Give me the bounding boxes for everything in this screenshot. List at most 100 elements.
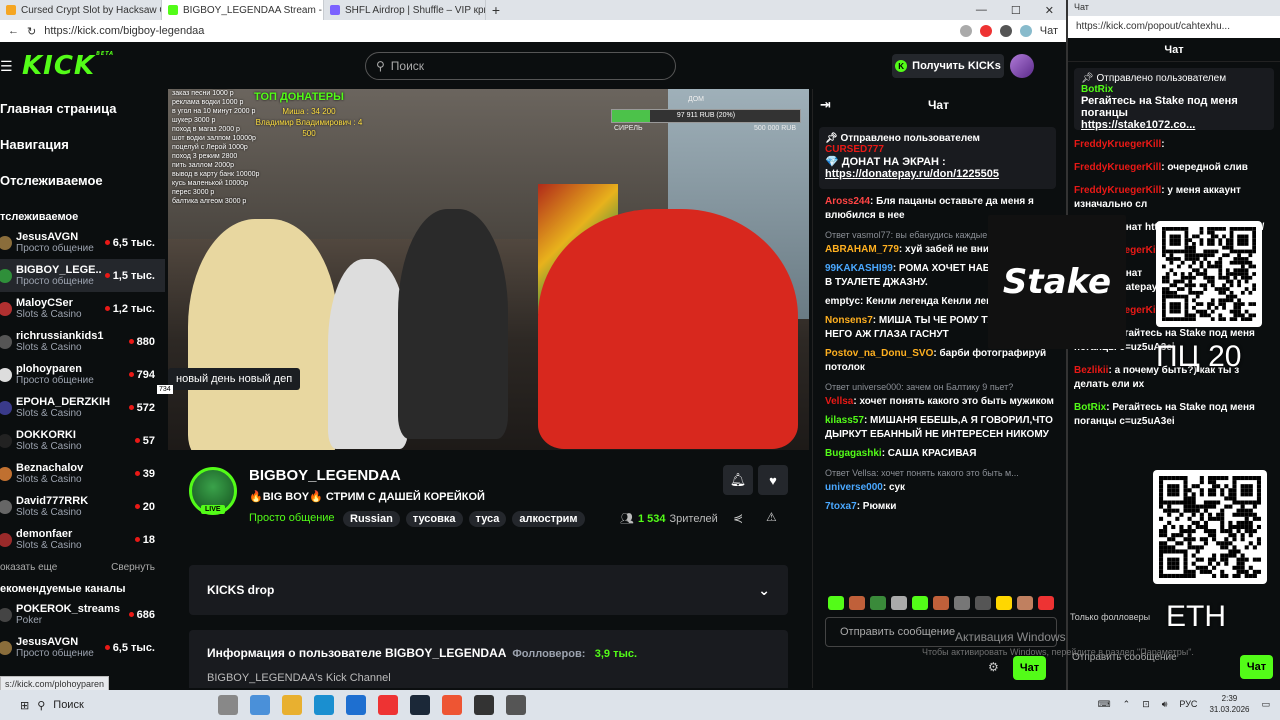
- sidebar-channel[interactable]: JesusAVGN Просто общение 6,5 тыс.: [0, 631, 165, 664]
- steam-icon[interactable]: [410, 695, 430, 715]
- yandex-browser-icon[interactable]: [442, 695, 462, 715]
- stream-category[interactable]: Просто общение: [249, 512, 335, 524]
- chat-toolbar-button[interactable]: Чат: [1040, 25, 1058, 37]
- zoom-icon[interactable]: [959, 25, 972, 37]
- nav-item[interactable]: ⌂Главная страница: [0, 90, 165, 126]
- emote-icon[interactable]: [849, 596, 865, 610]
- close-window-icon[interactable]: ✕: [1045, 4, 1054, 17]
- emote-icon[interactable]: [1017, 596, 1033, 610]
- profile-icon[interactable]: [1019, 25, 1032, 37]
- pinned-user[interactable]: CURSED777: [825, 144, 1050, 155]
- task-view-icon[interactable]: [218, 695, 238, 715]
- chat-username[interactable]: FreddyKruegerKill: [1074, 162, 1161, 173]
- share-icon[interactable]: ⋞: [733, 511, 743, 525]
- url-field[interactable]: https://kick.com/bigboy-legendaa: [44, 25, 952, 37]
- chat-username[interactable]: Postov_na_Donu_SVO: [825, 348, 933, 359]
- chat-username[interactable]: ABRAHAM_779: [825, 244, 899, 255]
- sidebar-channel[interactable]: David777RRK Slots & Casino 20: [0, 490, 165, 523]
- chat-username[interactable]: 7toxa7: [825, 501, 857, 512]
- sidebar-channel[interactable]: JesusAVGN Просто общение 6,5 тыс.: [0, 226, 165, 259]
- get-kicks-button[interactable]: K Получить KICKs: [892, 54, 1004, 78]
- popout-send-button[interactable]: Чат: [1240, 655, 1273, 679]
- chat-username[interactable]: Bezlikii: [1074, 365, 1108, 376]
- collapse-link[interactable]: Свернуть: [111, 562, 155, 573]
- show-more-link[interactable]: оказать еще: [0, 562, 57, 573]
- sidebar-channel[interactable]: plohoyparen Просто общение 794: [0, 358, 165, 391]
- user-avatar[interactable]: [1010, 54, 1034, 78]
- chat-username[interactable]: Aross244: [825, 196, 870, 207]
- popout-tab[interactable]: Чат: [1068, 0, 1280, 16]
- sidebar-channel[interactable]: POKEROK_streams Poker 686: [0, 598, 165, 631]
- chat-username[interactable]: Bugagashki: [825, 448, 882, 459]
- network-icon[interactable]: ⊡: [1142, 699, 1150, 710]
- extension-icon[interactable]: [979, 25, 992, 37]
- sidebar-channel[interactable]: BIGBOY_LEGE... Просто общение 1,5 тыс.: [0, 259, 165, 292]
- sidebar-channel[interactable]: Beznachalov Slots & Casino 39: [0, 457, 165, 490]
- browser-tab[interactable]: BIGBOY_LEGENDAA Stream -×: [162, 0, 324, 20]
- channel-name[interactable]: BIGBOY_LEGENDAA: [249, 467, 401, 484]
- emote-icon[interactable]: [891, 596, 907, 610]
- reload-icon[interactable]: ↻: [27, 25, 36, 38]
- edge-icon[interactable]: [314, 695, 334, 715]
- maximize-icon[interactable]: ☐: [1011, 4, 1021, 17]
- chat-username[interactable]: Nonsens7: [825, 315, 873, 326]
- clock[interactable]: 2:39 31.03.2026: [1209, 693, 1249, 715]
- browser-tab[interactable]: Cursed Crypt Slot by Hacksaw Gam×: [0, 0, 162, 20]
- emote-icon[interactable]: [912, 596, 928, 610]
- chat-username[interactable]: 99KAKASHI99: [825, 263, 893, 274]
- emote-icon[interactable]: [996, 596, 1012, 610]
- pinned-link[interactable]: https://donatepay.ru/don/1225505: [825, 168, 1050, 180]
- minimize-icon[interactable]: —: [976, 4, 987, 17]
- sidebar-channel[interactable]: richrussiankids1 Slots & Casino 880: [0, 325, 165, 358]
- back-icon[interactable]: ←: [8, 25, 19, 37]
- explorer-icon[interactable]: [282, 695, 302, 715]
- browser-tab[interactable]: SHFL Airdrop | Shuffle – VIP крип×: [324, 0, 486, 20]
- chat-username[interactable]: BotRix: [1074, 402, 1106, 413]
- nav-item[interactable]: ◎Навигация: [0, 126, 165, 162]
- notifications-icon[interactable]: ▭: [1261, 699, 1270, 710]
- tag[interactable]: алкострим: [512, 511, 585, 527]
- new-tab-button[interactable]: +: [486, 2, 506, 18]
- emote-icon[interactable]: [870, 596, 886, 610]
- chat-username[interactable]: kilass57: [825, 415, 864, 426]
- keyboard-icon[interactable]: ⌨: [1098, 699, 1111, 710]
- emote-icon[interactable]: [828, 596, 844, 610]
- video-player[interactable]: заказ песни 1000 р реклама водки 1000 р в …: [168, 89, 809, 450]
- chat-username[interactable]: universe000: [825, 482, 883, 493]
- taskbar-search[interactable]: ⊞ ⚲ Поиск: [10, 693, 210, 717]
- chat-username[interactable]: FreddyKruegerKill: [1074, 185, 1161, 196]
- extension-icon[interactable]: [999, 25, 1012, 37]
- chat-username[interactable]: Vellsa: [825, 396, 853, 407]
- windows-start-icon[interactable]: ⊞: [20, 699, 29, 712]
- chat-send-button[interactable]: Чат: [1013, 656, 1046, 680]
- search-input[interactable]: ⚲ Поиск: [365, 52, 676, 80]
- popout-pinned-user[interactable]: BotRix: [1081, 84, 1267, 95]
- tag[interactable]: туса: [468, 511, 507, 527]
- emote-icon[interactable]: [975, 596, 991, 610]
- notification-bell-button[interactable]: 🔔︎: [723, 465, 753, 495]
- emote-icon[interactable]: [954, 596, 970, 610]
- sidebar-channel[interactable]: MaloyCSer Slots & Casino 1,2 тыс.: [0, 292, 165, 325]
- kicks-drop-panel[interactable]: KICKS drop ⌄: [189, 565, 788, 615]
- volume-icon[interactable]: 🔊︎: [1162, 699, 1168, 710]
- tray-chevron-icon[interactable]: ⌃: [1123, 699, 1131, 710]
- app-icon[interactable]: [506, 695, 526, 715]
- sidebar-channel[interactable]: EPOHA_DERZKIH Slots & Casino 572: [0, 391, 165, 424]
- kick-logo[interactable]: KICKBETA: [22, 51, 114, 81]
- mail-icon[interactable]: [346, 695, 366, 715]
- collapse-chat-icon[interactable]: ⇥: [820, 97, 831, 113]
- language-indicator[interactable]: РУС: [1179, 699, 1197, 709]
- chat-username[interactable]: FreddyKruegerKill: [1074, 139, 1161, 150]
- yandex-icon[interactable]: [378, 695, 398, 715]
- popout-url[interactable]: https://kick.com/popout/cahtexhu...: [1068, 16, 1280, 38]
- chat-username[interactable]: emptyc: [825, 296, 860, 307]
- nav-item[interactable]: ♡Отслеживаемое: [0, 162, 165, 198]
- app-icon[interactable]: [474, 695, 494, 715]
- tag[interactable]: тусовка: [405, 511, 463, 527]
- store-icon[interactable]: [250, 695, 270, 715]
- report-icon[interactable]: ⚠: [766, 510, 777, 524]
- sidebar-channel[interactable]: DOKKORKI Slots & Casino 57: [0, 424, 165, 457]
- follow-button[interactable]: ♥: [758, 465, 788, 495]
- tag[interactable]: Russian: [343, 511, 400, 527]
- emote-icon[interactable]: [1038, 596, 1054, 610]
